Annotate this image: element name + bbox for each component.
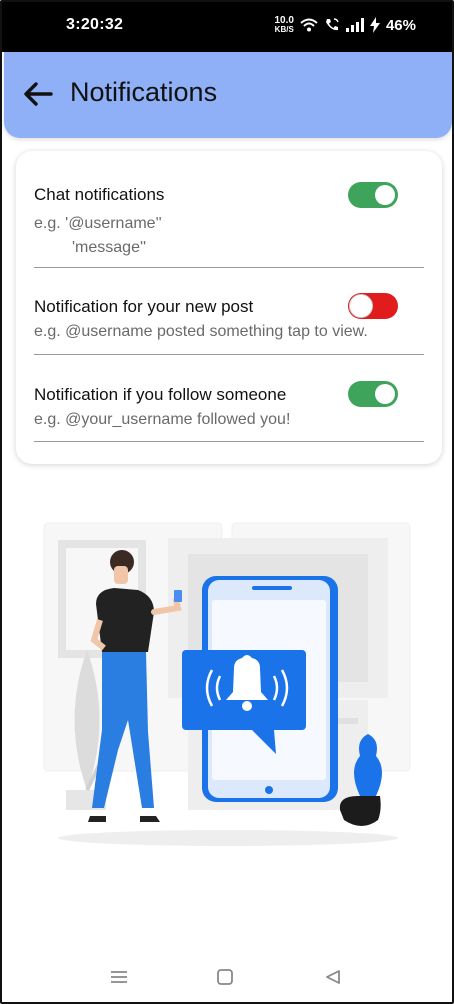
back-triangle-icon [326,970,340,984]
chat-notifications-toggle[interactable] [348,182,398,208]
notification-illustration [43,522,411,846]
battery-percent: 46% [385,16,416,34]
system-back-button[interactable] [320,964,346,990]
signal-icon [345,18,364,32]
wifi-icon [300,18,318,32]
status-time: 3:20:32 [66,16,124,33]
arrow-left-icon [24,82,53,106]
app-header: Notifications [4,52,452,138]
wifi-call-icon [325,18,339,31]
charging-icon [369,17,380,33]
status-icons: 10.0 KB/S 46% [275,14,417,36]
menu-button[interactable] [106,964,132,990]
follow-toggle[interactable] [348,381,398,407]
new-post-toggle[interactable] [348,293,398,319]
home-button[interactable] [212,964,238,990]
status-bar: 3:20:32 10.0 KB/S 46% [2,2,452,52]
setting-description: e.g. @your_username followed you! [34,411,291,428]
system-nav-bar [2,952,452,1002]
network-speed: 10.0 KB/S [274,15,294,34]
setting-description: e.g. @username posted something tap to v… [34,323,368,340]
page-title: Notifications [70,77,218,107]
menu-icon [111,971,127,983]
back-button[interactable] [20,76,56,112]
home-square-icon [217,969,233,985]
divider [34,354,424,355]
divider [34,441,424,442]
notification-settings-card: Chat notifications e.g. '@username'' 'me… [16,151,442,464]
setting-description: e.g. '@username'' 'message'' [34,215,162,256]
divider [34,267,424,268]
phone-screen: 3:20:32 10.0 KB/S 46% Notifications Chat… [0,0,454,1004]
